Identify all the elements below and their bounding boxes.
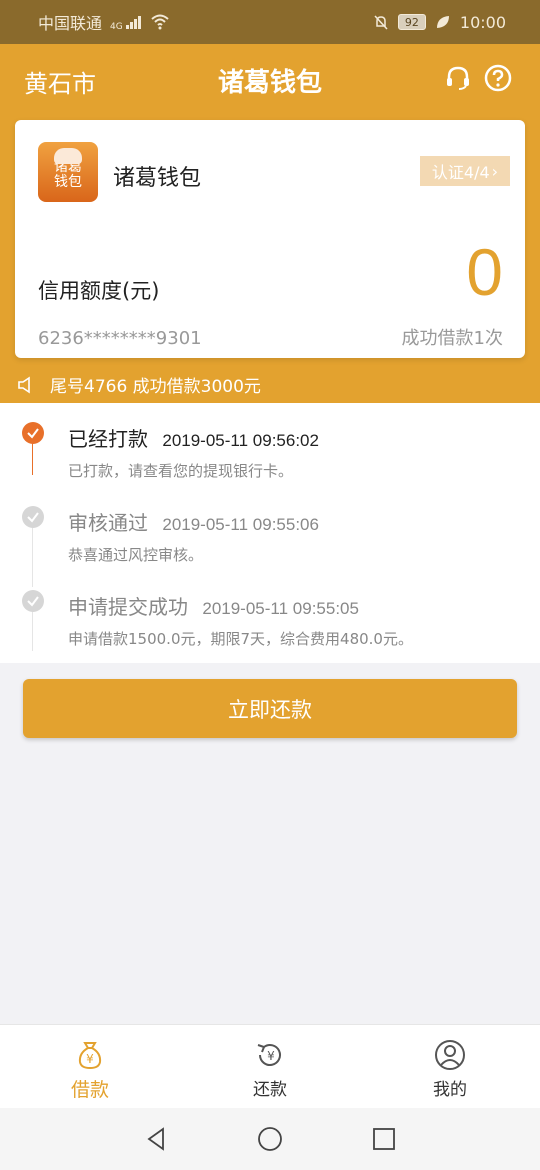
network-type: 4G [110, 22, 123, 32]
svg-text:¥: ¥ [267, 1049, 275, 1063]
app-bar: 黄石市 诸葛钱包 [0, 44, 540, 116]
header-zone: 黄石市 诸葛钱包 诸葛 钱包 诸葛钱包 认证4/4 › 信用额度(元) 0 62… [0, 44, 540, 403]
card-name: 诸葛钱包 [113, 166, 202, 191]
header-actions [444, 64, 512, 92]
notice-text: 尾号4766 成功借款3000元 [50, 377, 261, 397]
status-left: 中国联通 4G [38, 10, 169, 34]
signal-icon [125, 16, 141, 29]
step-time: 2019-05-11 09:55:06 [162, 515, 319, 534]
repay-now-button[interactable]: 立即还款 [23, 679, 517, 738]
clock: 10:00 [459, 12, 506, 32]
timeline-connector [32, 527, 33, 587]
check-icon [27, 512, 39, 523]
repay-cycle-icon: ¥ [257, 1044, 281, 1066]
step-time: 2019-05-11 09:55:05 [202, 599, 359, 618]
step-description: 已打款，请查看您的提现银行卡。 [68, 462, 294, 480]
credit-limit-value: 0 [466, 235, 503, 309]
timeline-connector [32, 443, 33, 475]
step-status-icon [22, 506, 44, 528]
status-bar: 中国联通 4G 92 10:00 [0, 0, 540, 44]
credit-limit-label: 信用额度(元) [38, 279, 160, 303]
user-icon [435, 1040, 465, 1070]
step-name: 申请提交成功 [68, 595, 188, 619]
step-heading: 申请提交成功 2019-05-11 09:55:05 [68, 591, 359, 620]
back-triangle-icon[interactable] [143, 1126, 169, 1152]
status-right: 92 10:00 [372, 13, 506, 32]
tab-label: 我的 [433, 1080, 467, 1100]
success-loan-count: 成功借款1次 [401, 328, 503, 349]
headset-icon[interactable] [444, 64, 472, 92]
wifi-icon [151, 14, 169, 30]
app-logo: 诸葛 钱包 [38, 142, 98, 202]
chevron-right-icon: › [491, 161, 499, 181]
notice-bar: 尾号4766 成功借款3000元 [16, 372, 261, 397]
chef-hat-icon [54, 148, 82, 164]
home-circle-icon[interactable] [257, 1126, 283, 1152]
speaker-icon [18, 376, 30, 393]
battery-level: 92 [397, 14, 426, 30]
credit-card: 诸葛 钱包 诸葛钱包 认证4/4 › 信用额度(元) 0 6236*******… [15, 120, 525, 358]
tab-label: 还款 [253, 1080, 287, 1100]
step-description: 申请借款1500.0元，期限7天，综合费用480.0元。 [68, 630, 413, 648]
money-bag-icon: ¥ [78, 1042, 102, 1070]
step-name: 已经打款 [68, 427, 148, 451]
carrier-name: 中国联通 [38, 14, 103, 33]
system-navigation-bar [0, 1108, 540, 1170]
logo-text-line2: 钱包 [54, 174, 82, 190]
svg-text:¥: ¥ [86, 1052, 94, 1066]
step-time: 2019-05-11 09:56:02 [162, 431, 319, 450]
bottom-tab-bar: ¥ 借款 ¥ 还款 我的 [0, 1024, 540, 1108]
loan-progress-timeline: 已经打款 2019-05-11 09:56:02 已打款，请查看您的提现银行卡。… [0, 403, 540, 663]
certification-badge[interactable]: 认证4/4 › [420, 156, 510, 186]
bell-off-icon [374, 15, 388, 30]
check-icon [27, 428, 39, 439]
help-icon[interactable] [484, 64, 512, 92]
check-icon [27, 596, 39, 607]
step-description: 恭喜通过风控审核。 [68, 546, 204, 564]
bank-card-number: 6236********9301 [38, 328, 202, 349]
timeline-connector [32, 611, 33, 651]
step-heading: 已经打款 2019-05-11 09:56:02 [68, 423, 319, 452]
tab-label: 借款 [70, 1079, 109, 1101]
step-heading: 审核通过 2019-05-11 09:55:06 [68, 507, 319, 536]
tab-mine[interactable]: 我的 [360, 1025, 540, 1108]
step-status-icon [22, 422, 44, 444]
step-name: 审核通过 [68, 511, 148, 535]
tab-repay[interactable]: ¥ 还款 [180, 1025, 360, 1108]
leaf-icon [436, 16, 449, 28]
recent-apps-square-icon[interactable] [371, 1126, 397, 1152]
step-status-icon [22, 590, 44, 612]
cert-badge-label: 认证4/4 [431, 163, 490, 182]
tab-borrow[interactable]: ¥ 借款 [0, 1025, 180, 1108]
